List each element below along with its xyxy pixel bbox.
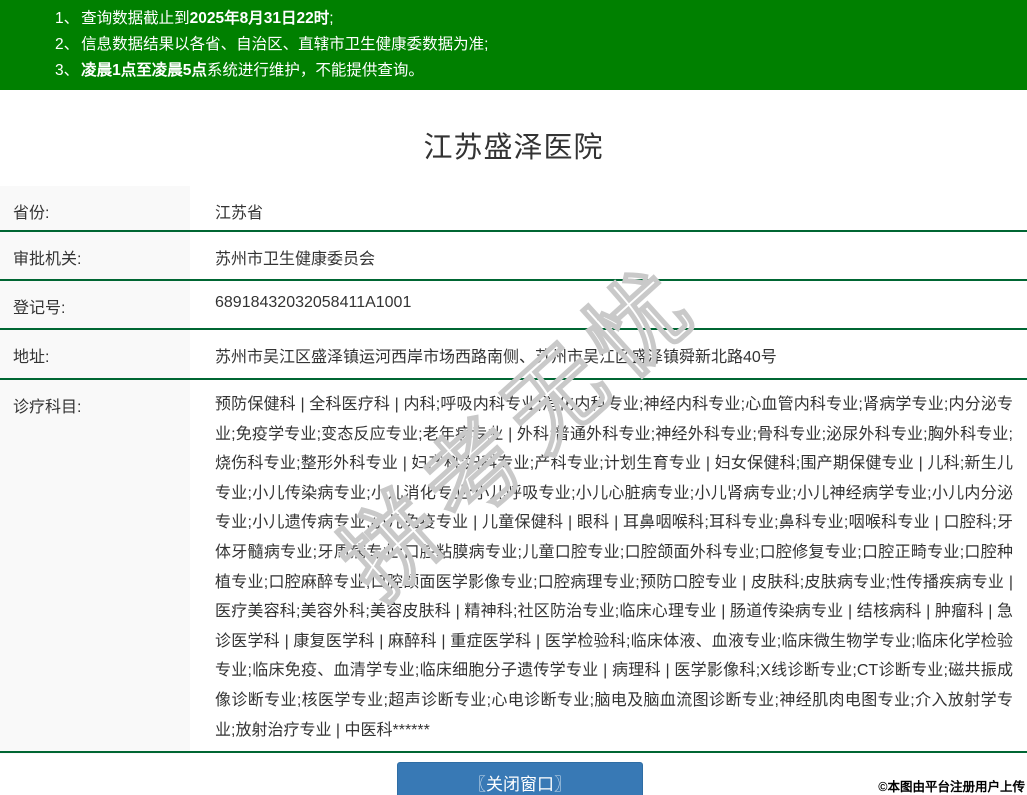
notice-line-number: 1、 <box>55 10 80 27</box>
hospital-name-title: 江苏盛泽医院 <box>423 132 604 164</box>
table-row-approval-authority: 审批机关: 苏州市卫生健康委员会 <box>0 232 1027 281</box>
row-value: 预防保健科 | 全科医疗科 | 内科;呼吸内科专业;消化内科专业;神经内科专业;… <box>190 380 1027 752</box>
notice-line-number: 2、 <box>55 36 80 53</box>
notice-text: 查询数据截止到 <box>81 10 190 27</box>
row-value: 68918432032058411A1001 <box>190 281 1027 328</box>
row-label: 地址: <box>0 330 190 378</box>
table-row-address: 地址: 苏州市吴江区盛泽镇运河西岸市场西路南侧、苏州市吴江区盛泽镇舜新北路40号 <box>0 330 1027 380</box>
notice-text-bold: 2025年8月31日22时 <box>189 10 330 27</box>
row-label: 登记号: <box>0 281 190 328</box>
row-value: 苏州市卫生健康委员会 <box>190 232 1027 279</box>
close-window-button[interactable]: 〖关闭窗口〗 <box>397 762 643 795</box>
table-row-province: 省份: 江苏省 <box>0 186 1027 232</box>
query-result-page: 1、 查询数据截止到2025年8月31日22时; 2、 信息数据结果以各省、自治区、… <box>0 0 1027 795</box>
hospital-info-table: 省份: 江苏省 审批机关: 苏州市卫生健康委员会 登记号: 6891843203… <box>0 186 1027 795</box>
row-label: 省份: <box>0 186 190 230</box>
row-label: 诊疗科目: <box>0 380 190 752</box>
notice-line-2: 2、 信息数据结果以各省、自治区、直辖市卫生健康委数据为准; <box>55 32 1027 58</box>
notice-text: ; <box>329 10 334 27</box>
notice-text: 信息数据结果以各省、自治区、直辖市卫生健康委数据为准; <box>81 36 489 53</box>
notice-line-3: 3、 凌晨1点至凌晨5点系统进行维护，不能提供查询。 <box>55 58 1027 84</box>
notice-text: 系统进行维护，不能提供查询。 <box>206 62 424 79</box>
notice-text-bold: 凌晨1点至凌晨5点 <box>81 62 207 79</box>
row-value: 苏州市吴江区盛泽镇运河西岸市场西路南侧、苏州市吴江区盛泽镇舜新北路40号 <box>190 330 1027 378</box>
table-row-registration-number: 登记号: 68918432032058411A1001 <box>0 281 1027 330</box>
row-label: 审批机关: <box>0 232 190 279</box>
notice-banner: 1、 查询数据截止到2025年8月31日22时; 2、 信息数据结果以各省、自治区、… <box>0 0 1027 90</box>
row-value: 江苏省 <box>190 186 1027 230</box>
footer-bar: 〖关闭窗口〗 ©本图由平台注册用户上传 <box>0 754 1027 795</box>
table-row-treatment-subjects: 诊疗科目: 预防保健科 | 全科医疗科 | 内科;呼吸内科专业;消化内科专业;神… <box>0 380 1027 754</box>
uploader-copyright-watermark: ©本图由平台注册用户上传 <box>878 780 1025 794</box>
notice-line-1: 1、 查询数据截止到2025年8月31日22时; <box>55 6 1027 32</box>
notice-line-number: 3、 <box>55 62 80 79</box>
